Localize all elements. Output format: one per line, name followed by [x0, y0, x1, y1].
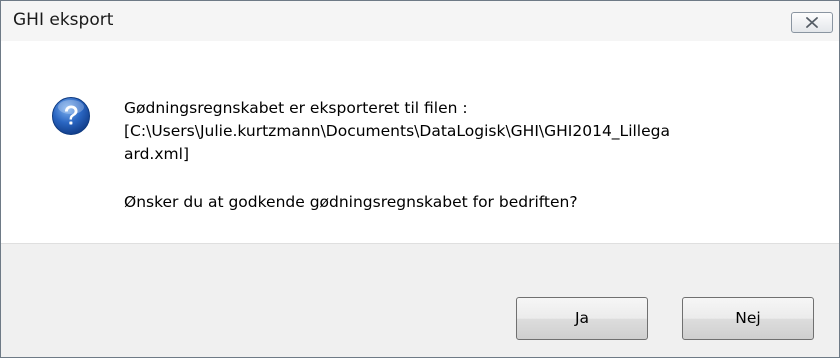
no-button[interactable]: Nej	[682, 297, 814, 340]
question-icon	[51, 96, 91, 136]
message-area: Gødningsregnskabet er eksporteret til fi…	[1, 41, 839, 243]
message-dialog: GHI eksport Gødningsregnskabet er ekspor…	[0, 0, 840, 358]
button-bar: Ja Nej	[1, 243, 839, 357]
close-icon	[806, 17, 818, 28]
window-title: GHI eksport	[13, 10, 114, 30]
message-line-1: Gødningsregnskabet er eksporteret til fi…	[124, 99, 468, 117]
message-line-3: ard.xml]	[124, 145, 189, 163]
close-button[interactable]	[791, 12, 833, 33]
title-bar[interactable]: GHI eksport	[1, 1, 839, 41]
message-question: Ønsker du at godkende gødningsregnskabet…	[124, 193, 578, 211]
yes-button[interactable]: Ja	[516, 297, 648, 340]
message-line-2: [C:\Users\Julie.kurtzmann\Documents\Data…	[124, 122, 670, 140]
